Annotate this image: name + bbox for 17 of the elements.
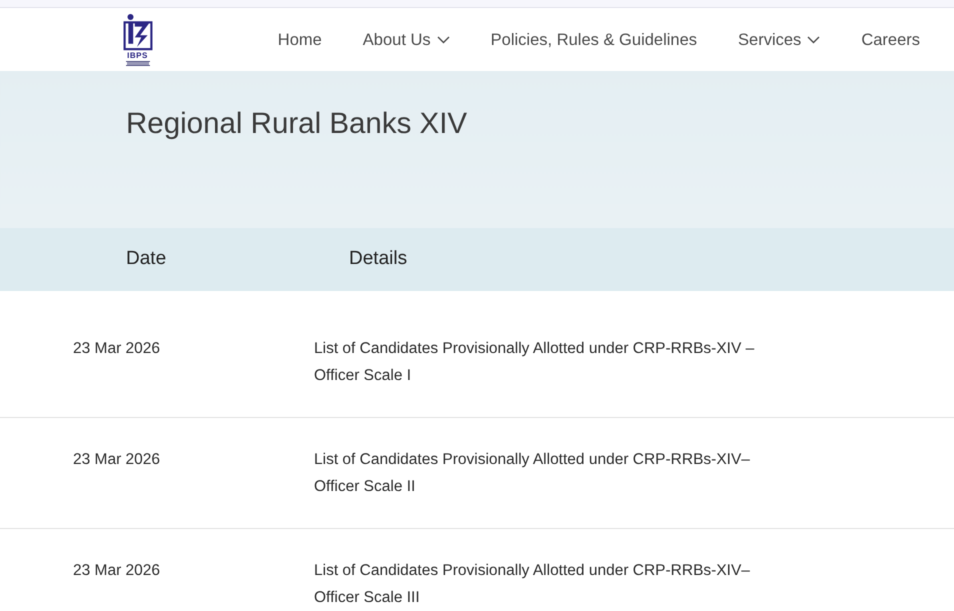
notice-link[interactable]: List of Candidates Provisionally Allotted under CRP-RRBs-XIV– Officer Scale III bbox=[314, 557, 789, 611]
date-text: 23 Mar 2026 bbox=[73, 450, 162, 470]
nav-link[interactable]: Home bbox=[278, 28, 322, 52]
notice-link[interactable]: List of Candidates Provisionally Allotted under CRP-RRBs-XIV– Officer Scale II bbox=[314, 446, 789, 500]
column-header: Details bbox=[349, 247, 408, 272]
date-text: 23 Mar 2026 bbox=[73, 561, 162, 581]
nav-link[interactable]: Careers bbox=[861, 28, 920, 52]
nav-link[interactable]: Services bbox=[738, 28, 820, 52]
page-title: Regional Rural Banks XIV bbox=[126, 106, 468, 142]
column-header: Date bbox=[126, 247, 168, 272]
logo-text: IBPS bbox=[127, 51, 148, 60]
date-text: 23 Mar 2026 bbox=[73, 339, 162, 359]
logo-emblem-icon[interactable] bbox=[122, 13, 152, 51]
notice-link[interactable]: List of Candidates Provisionally Allotted under CRP-RRBs-XIV – Officer Scale I bbox=[314, 335, 789, 389]
nav-link[interactable]: Policies, Rules & Guidelines bbox=[490, 28, 698, 52]
nav-link[interactable]: About Us bbox=[362, 28, 450, 52]
logo-script-drawing bbox=[126, 61, 150, 66]
